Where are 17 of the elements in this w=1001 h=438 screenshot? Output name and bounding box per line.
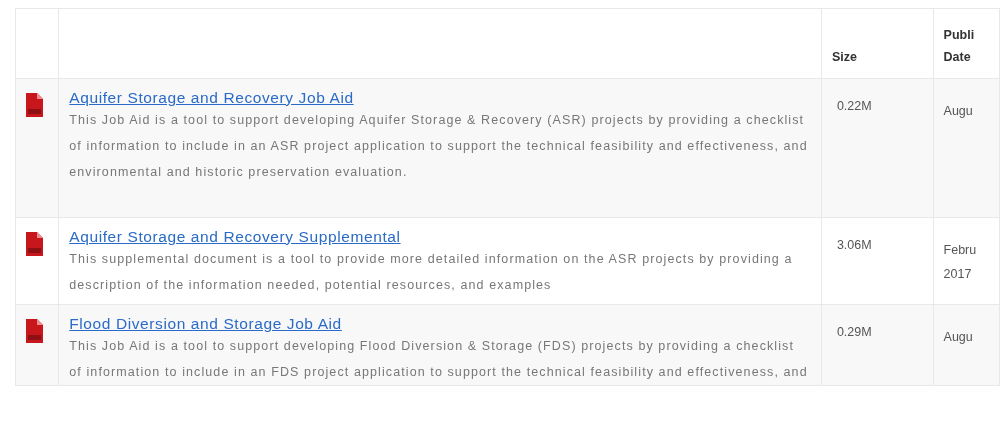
document-description: This supplemental document is a tool to provide more detailed information on the ASR projects by providing a description of the information needed, potential resources, and examples [69,251,794,294]
file-size: 0.22M [836,99,872,113]
column-header: Publi Date [943,27,975,66]
publish-date: Febru 2017 [943,242,977,283]
pdf-file-icon [26,319,43,343]
column-header: Size [831,49,857,66]
file-size: 3.06M [836,238,872,252]
document-description: This Job Aid is a tool to support developing Flood Diversion & Storage (FDS) projects by providing a checklist of information to include in an FDS project application to support the technical feasibility and effectiveness, and [69,338,809,381]
document-link[interactable]: Aquifer Storage and Recovery Supplemental [69,228,401,246]
publish-date: Augu [943,103,973,120]
file-size: 0.29M [836,325,872,339]
publish-date: Augu [943,329,973,346]
document-link[interactable]: Aquifer Storage and Recovery Job Aid [69,89,354,107]
pdf-file-icon [26,232,43,256]
document-link[interactable]: Flood Diversion and Storage Job Aid [69,315,342,333]
pdf-file-icon [26,93,43,117]
document-description: This Job Aid is a tool to support developing Aquifer Storage & Recovery (ASR) projects by providing a checklist of information to include in an ASR project application to support the technical feasibility and effectiveness, and environmental and historic preservation evaluation. [69,112,809,181]
